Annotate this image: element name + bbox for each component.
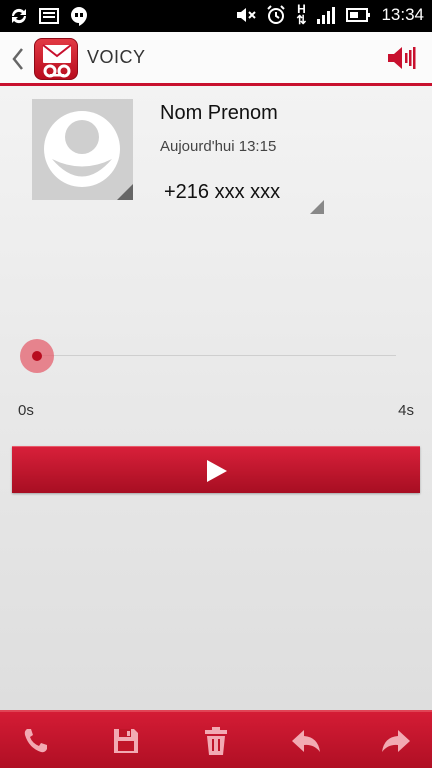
elapsed-time: 0s: [18, 402, 34, 419]
total-duration: 4s: [398, 402, 414, 419]
bottom-action-bar: [0, 710, 432, 768]
mute-icon: [237, 8, 257, 22]
alarm-icon: [267, 5, 286, 24]
delete-icon[interactable]: [200, 725, 232, 757]
contact-avatar: [32, 99, 133, 200]
battery-icon: [346, 8, 371, 22]
reply-icon[interactable]: [290, 725, 322, 757]
person-placeholder-icon: [32, 99, 133, 200]
back-arrow-icon[interactable]: [10, 46, 26, 72]
seekbar-thumb-dot: [32, 351, 42, 361]
image-notification-icon: [39, 8, 59, 24]
status-bar: H ⇅ 13:34: [0, 0, 432, 32]
save-icon[interactable]: [110, 725, 142, 757]
phone-number: +216 xxx xxx: [164, 181, 281, 203]
forward-icon[interactable]: [380, 725, 412, 757]
play-button[interactable]: [12, 446, 420, 493]
phone-icon[interactable]: [20, 725, 52, 757]
status-time: 13:34: [381, 5, 424, 24]
seekbar-thumb[interactable]: [20, 339, 54, 373]
seekbar-track: [36, 355, 396, 356]
action-bar: VOICY: [0, 32, 432, 86]
voicy-logo-icon: [34, 38, 78, 80]
message-date: Aujourd'hui 13:15: [160, 138, 277, 155]
signal-icon: [317, 7, 336, 24]
network-type-label: H ⇅: [296, 2, 307, 27]
speaker-icon[interactable]: [386, 44, 416, 72]
spinner-arrow-icon: [310, 200, 324, 214]
phone-number-spinner[interactable]: +216 xxx xxx: [160, 176, 324, 214]
contact-name: Nom Prenom: [160, 102, 278, 124]
playback-seekbar[interactable]: [20, 338, 396, 374]
app-title: VOICY: [87, 47, 146, 67]
sync-icon: [11, 8, 27, 24]
hangouts-icon: [71, 7, 87, 26]
play-icon: [207, 460, 227, 482]
